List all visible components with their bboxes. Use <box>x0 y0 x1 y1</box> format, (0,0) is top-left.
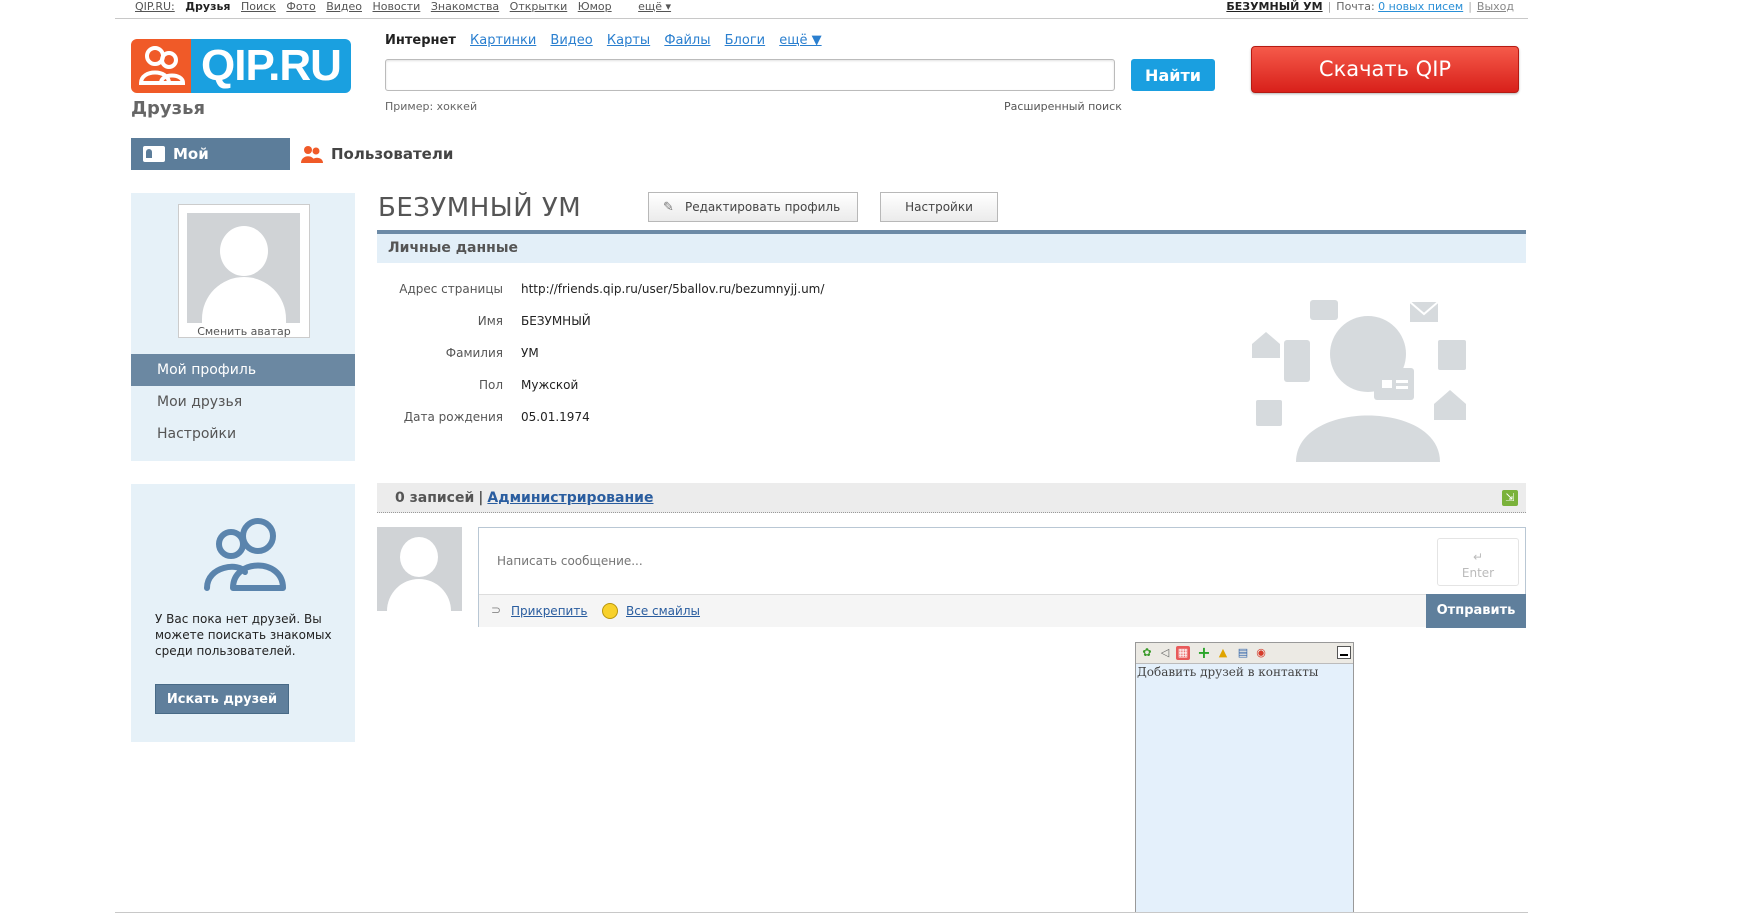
logout-link[interactable]: Выход <box>1477 0 1514 13</box>
advanced-search-link[interactable]: Расширенный поиск <box>1004 100 1122 113</box>
rss-icon[interactable]: ⇲ <box>1502 490 1518 506</box>
enter-hint[interactable]: ↵ Enter <box>1437 538 1519 586</box>
minimize-button[interactable] <box>1337 646 1351 659</box>
warning-icon[interactable]: ▲ <box>1216 646 1230 660</box>
field-label: Имя <box>477 314 503 328</box>
field-value: БЕЗУМНЫЙ <box>521 314 591 328</box>
attach-label: Прикрепить <box>511 604 588 618</box>
top-nav-humor[interactable]: Юмор <box>578 0 612 13</box>
user-name-link[interactable]: БЕЗУМНЫЙ УМ <box>1226 0 1322 13</box>
pencil-icon: ✎ <box>663 200 674 215</box>
browser-icon[interactable]: ◉ <box>1254 646 1268 660</box>
field-value: Мужской <box>521 378 579 392</box>
plus-icon[interactable]: + <box>1197 645 1211 661</box>
tab-my-profile-label: Мой профиль <box>173 145 251 195</box>
smiles-label: Все смайлы <box>626 604 700 618</box>
profile-card-icon <box>143 146 165 162</box>
avatar[interactable]: Сменить аватар <box>178 204 310 338</box>
smiley-icon <box>602 603 618 619</box>
enter-hint-label: Enter <box>1461 566 1495 580</box>
edit-profile-label: Редактировать профиль <box>685 200 841 214</box>
page-address-link[interactable]: http://friends.qip.ru/user/5ballov.ru/be… <box>521 282 824 296</box>
attach-link[interactable]: ⊃ Прикрепить <box>491 603 588 618</box>
top-bar: QIP.RU: Друзья Поиск Фото Видео Новости … <box>115 0 1528 19</box>
tab-users[interactable]: Пользователи <box>301 138 453 170</box>
paperclip-icon: ⊃ <box>491 603 502 617</box>
top-nav-news[interactable]: Новости <box>373 0 421 13</box>
top-nav-qip[interactable]: QIP.RU: <box>135 0 175 13</box>
sidebar-item-my-profile[interactable]: Мой профиль <box>131 354 355 386</box>
smiles-link[interactable]: Все смайлы <box>602 603 700 619</box>
find-friends-button[interactable]: Искать друзей <box>155 684 289 714</box>
mail-count-link[interactable]: 0 новых писем <box>1378 0 1463 13</box>
divider: | <box>478 490 484 506</box>
widget-toolbar: ✿ ◁ ▦ + ▲ ▤ ◉ <box>1136 643 1353 664</box>
top-nav-search[interactable]: Поиск <box>241 0 276 13</box>
top-nav-more[interactable]: ещё ▾ <box>638 0 671 13</box>
field-label: Пол <box>478 378 503 392</box>
search-tab-video[interactable]: Видео <box>550 33 592 48</box>
field-value: 05.01.1974 <box>521 410 590 424</box>
top-nav-photo[interactable]: Фото <box>286 0 315 13</box>
administration-link[interactable]: Администрирование <box>487 490 653 506</box>
users-icon <box>301 145 323 167</box>
search-example: Пример: хоккей <box>385 100 478 113</box>
user-area: БЕЗУМНЫЙ УМ | Почта: 0 новых писем | Выход <box>1226 0 1514 13</box>
divider: | <box>1327 0 1332 13</box>
download-qip-button[interactable]: Скачать QIP <box>1251 46 1519 93</box>
wall-header: 0 записей | Администрирование ⇲ <box>377 483 1526 513</box>
tab-my-profile[interactable]: Мой профиль <box>131 138 290 195</box>
message-input[interactable] <box>479 528 1525 594</box>
composer-toolbar: ⊃ Прикрепить Все смайлы Отправить <box>479 594 1526 628</box>
search-tab-internet[interactable]: Интернет <box>385 33 456 48</box>
qip-logo[interactable]: QIP.RU <box>131 39 351 93</box>
top-nav-friends[interactable]: Друзья <box>185 0 230 13</box>
site-subtitle: Друзья <box>131 98 206 119</box>
no-friends-text: У Вас пока нет друзей. Вы можете поискат… <box>155 612 332 658</box>
sidebar-item-my-friends[interactable]: Мои друзья <box>131 386 355 418</box>
search-tab-blogs[interactable]: Блоги <box>725 33 765 48</box>
friends-icon <box>203 514 287 594</box>
top-nav-dating[interactable]: Знакомства <box>431 0 499 13</box>
posts-count: 0 записей <box>395 490 475 506</box>
field-label: Фамилия <box>445 346 503 360</box>
divider: | <box>1468 0 1472 13</box>
my-avatar <box>377 527 462 611</box>
sidebar-item-settings[interactable]: Настройки <box>131 418 355 450</box>
default-avatar-icon <box>187 213 300 323</box>
search-tabs: Интернет Картинки Видео Карты Файлы Блог… <box>385 33 832 48</box>
search-tab-more[interactable]: ещё ▼ <box>779 33 821 48</box>
top-nav-video[interactable]: Видео <box>326 0 362 13</box>
add-contact-icon[interactable]: ✿ <box>1140 646 1154 660</box>
search-input[interactable] <box>385 59 1115 91</box>
friends-sidebar: У Вас пока нет друзей. Вы можете поискат… <box>131 484 355 742</box>
contacts-illustration-icon <box>1250 292 1480 472</box>
add-friends-text: Добавить друзей в контакты <box>1137 665 1319 679</box>
personal-data-header: Личные данные <box>377 230 1526 263</box>
top-nav-cards[interactable]: Открытки <box>510 0 568 13</box>
settings-button[interactable]: Настройки <box>880 192 998 222</box>
edit-profile-button[interactable]: ✎ Редактировать профиль <box>648 192 858 222</box>
calendar-icon[interactable]: ▦ <box>1176 646 1190 660</box>
profile-sidebar: Сменить аватар Мой профиль Мои друзья На… <box>131 193 355 461</box>
profile-name: БЕЗУМНЫЙ УМ <box>378 193 582 223</box>
logo-text: QIP.RU <box>191 39 351 93</box>
top-nav: QIP.RU: Друзья Поиск Фото Видео Новости … <box>135 0 678 13</box>
send-button[interactable]: Отправить <box>1426 594 1526 628</box>
mail-label: Почта: <box>1336 0 1375 13</box>
search-tab-maps[interactable]: Карты <box>607 33 650 48</box>
contacts-book-icon[interactable]: ▤ <box>1236 646 1250 660</box>
contacts-widget: ✿ ◁ ▦ + ▲ ▤ ◉ Добавить друзей в контакты <box>1135 642 1354 913</box>
search-button[interactable]: Найти <box>1131 59 1215 91</box>
change-avatar-link[interactable]: Сменить аватар <box>179 325 309 338</box>
field-value: УМ <box>521 346 539 360</box>
field-label: Дата рождения <box>403 410 503 424</box>
field-label: Адрес страницы <box>399 282 503 296</box>
logo-people-icon <box>131 39 191 93</box>
search-tab-files[interactable]: Файлы <box>664 33 710 48</box>
search-tab-images[interactable]: Картинки <box>470 33 536 48</box>
message-composer: ↵Enter ⊃ Прикрепить Все смайлы Отправить <box>478 527 1526 628</box>
mute-icon[interactable]: ◁ <box>1158 646 1172 660</box>
tab-users-label: Пользователи <box>331 145 454 163</box>
